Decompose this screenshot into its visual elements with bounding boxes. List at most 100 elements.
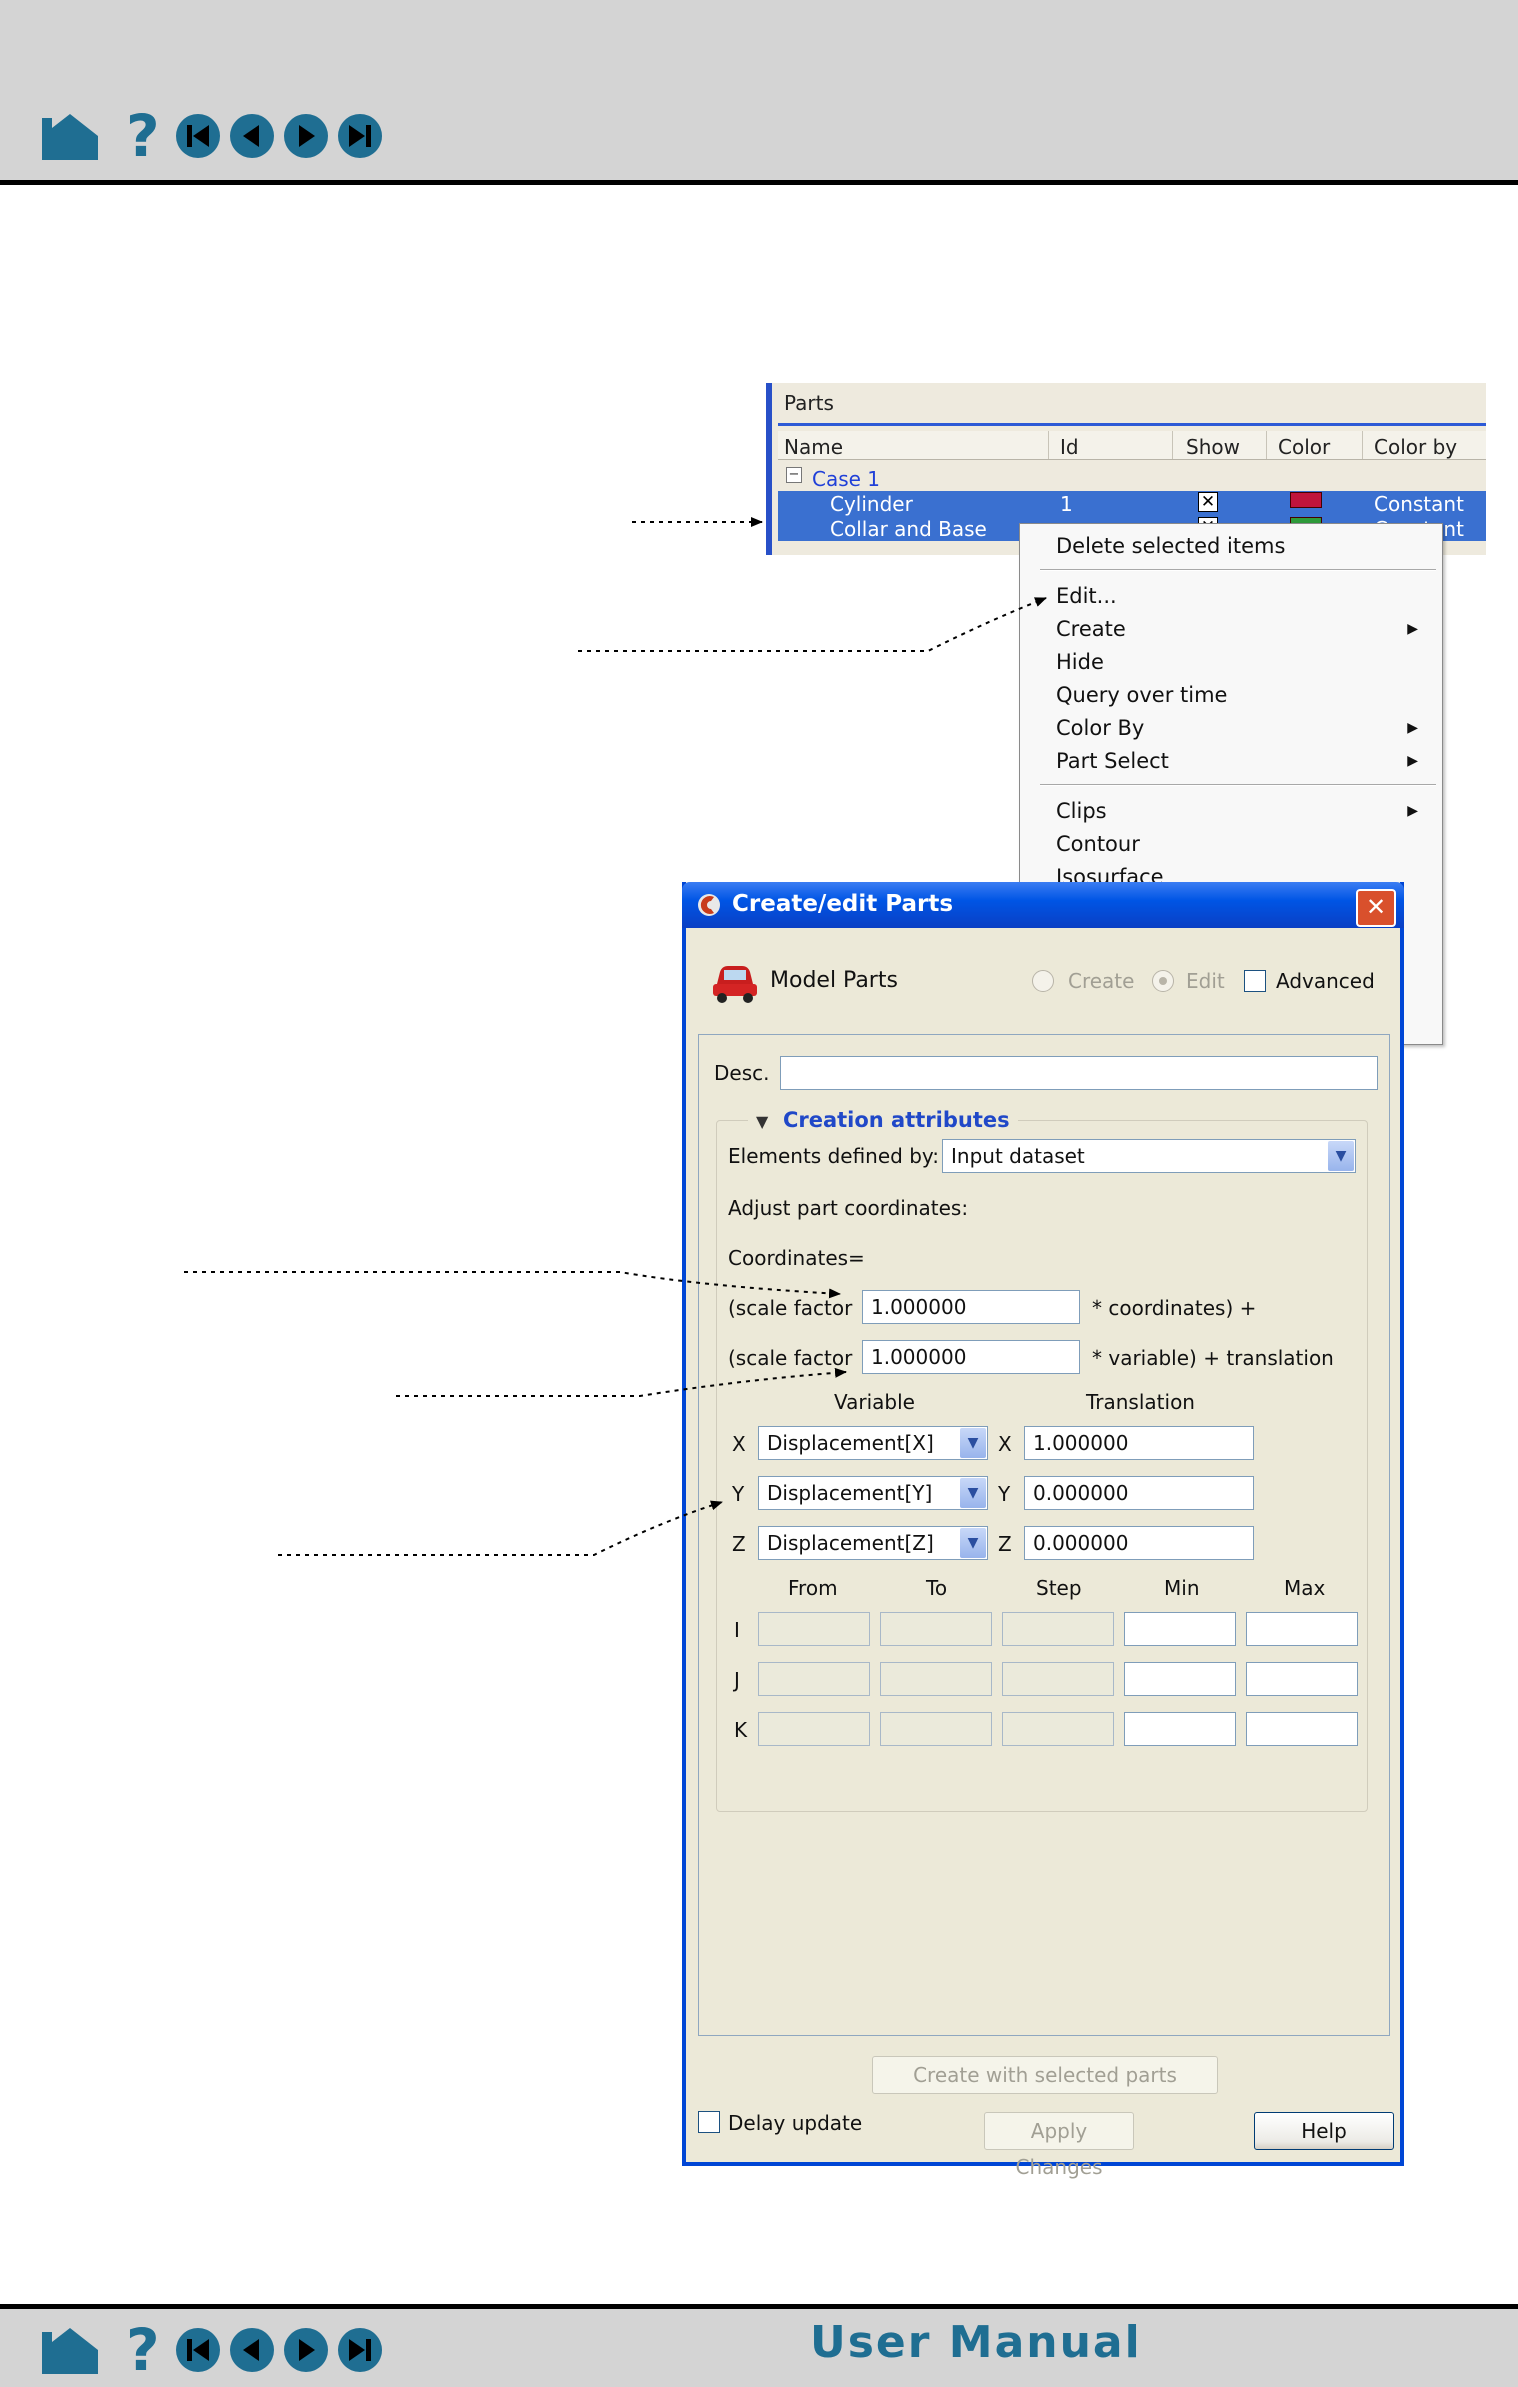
ijk-header-to: To (926, 1576, 948, 1600)
first-page-icon[interactable] (174, 112, 222, 160)
coordinates-label: Coordinates= (728, 1246, 865, 1270)
previous-page-icon[interactable] (228, 112, 276, 160)
j-max-input[interactable] (1246, 1662, 1358, 1696)
menu-item-delete[interactable]: Delete selected items (1056, 534, 1285, 558)
edit-radio[interactable] (1152, 970, 1174, 992)
variable-suffix: * variable) + translation (1092, 1346, 1334, 1370)
creation-attributes-toggle[interactable]: ▼ Creation attributes (748, 1108, 1018, 1132)
close-button[interactable]: ✕ (1356, 889, 1396, 927)
previous-page-icon[interactable] (228, 2326, 276, 2374)
parts-table-header: Name Id Show Color Color by (778, 431, 1486, 460)
first-page-icon[interactable] (174, 2326, 222, 2374)
tree-row-cylinder[interactable]: Cylinder 1 ✕ Constant (778, 491, 1486, 516)
model-parts-label: Model Parts (770, 968, 898, 993)
k-from-input (758, 1712, 870, 1746)
part-id: 1 (1060, 492, 1073, 516)
chevron-down-icon[interactable]: ▼ (960, 1528, 986, 1558)
desc-input[interactable] (780, 1056, 1378, 1090)
i-min-input[interactable] (1124, 1612, 1236, 1646)
desc-label: Desc. (714, 1061, 770, 1085)
i-to-input (880, 1612, 992, 1646)
chevron-down-icon[interactable]: ▼ (960, 1428, 986, 1458)
advanced-label: Advanced (1276, 969, 1375, 993)
creation-attributes-group (716, 1120, 1368, 1812)
edit-radio-label: Edit (1186, 969, 1225, 993)
show-checkbox[interactable]: ✕ (1198, 492, 1218, 512)
k-max-input[interactable] (1246, 1712, 1358, 1746)
delay-update-checkbox[interactable] (698, 2111, 720, 2133)
variable-value: Displacement[Y] (767, 1481, 933, 1505)
axis-label-z: Z (732, 1532, 746, 1556)
variable-scale-input[interactable]: 1.000000 (862, 1340, 1080, 1374)
create-with-selected-parts-button[interactable]: Create with selected parts (872, 2056, 1218, 2094)
menu-item-color-by[interactable]: Color By (1056, 716, 1144, 740)
help-icon[interactable]: ? (126, 2321, 160, 2379)
k-to-input (880, 1712, 992, 1746)
scale-factor-label: (scale factor (728, 1296, 853, 1320)
translation-input-x[interactable]: 1.000000 (1024, 1426, 1254, 1460)
variable-select-y[interactable]: Displacement[Y] ▼ (758, 1476, 988, 1510)
j-step-input (1002, 1662, 1114, 1696)
column-header-color[interactable]: Color (1278, 435, 1330, 459)
i-step-input (1002, 1612, 1114, 1646)
home-icon[interactable] (38, 110, 102, 162)
submenu-arrow-icon: ▶ (1407, 753, 1418, 769)
adjust-coordinates-label: Adjust part coordinates: (728, 1196, 969, 1220)
dialog-titlebar[interactable]: Create/edit Parts ✕ (682, 882, 1404, 928)
variable-select-z[interactable]: Displacement[Z] ▼ (758, 1526, 988, 1560)
ijk-row-label: J (734, 1668, 740, 1692)
part-name: Collar and Base (830, 517, 987, 541)
column-header-show[interactable]: Show (1186, 435, 1240, 459)
next-page-icon[interactable] (282, 112, 330, 160)
last-page-icon[interactable] (336, 112, 384, 160)
help-button[interactable]: Help (1254, 2112, 1394, 2150)
k-min-input[interactable] (1124, 1712, 1236, 1746)
variable-column-header: Variable (834, 1390, 915, 1414)
next-page-icon[interactable] (282, 2326, 330, 2374)
column-header-color-by[interactable]: Color by (1374, 435, 1457, 459)
variable-select-x[interactable]: Displacement[X] ▼ (758, 1426, 988, 1460)
user-manual-title: User Manual (810, 2317, 1142, 2368)
home-icon[interactable] (38, 2324, 102, 2376)
menu-item-query-over-time[interactable]: Query over time (1056, 683, 1227, 707)
apply-changes-button[interactable]: Apply Changes (984, 2112, 1134, 2179)
submenu-arrow-icon: ▶ (1407, 803, 1418, 819)
collapse-icon[interactable]: − (786, 467, 802, 483)
translation-column-header: Translation (1086, 1390, 1195, 1414)
menu-item-create[interactable]: Create (1056, 617, 1126, 641)
ijk-header-max: Max (1284, 1576, 1326, 1600)
menu-item-hide[interactable]: Hide (1056, 650, 1104, 674)
chevron-down-icon[interactable]: ▼ (1328, 1141, 1354, 1171)
chevron-down-icon[interactable]: ▼ (960, 1478, 986, 1508)
panel-divider (778, 423, 1486, 426)
menu-item-clips[interactable]: Clips (1056, 799, 1107, 823)
column-header-id[interactable]: Id (1060, 435, 1079, 459)
column-divider (1362, 431, 1363, 459)
ijk-header-min: Min (1164, 1576, 1200, 1600)
create-edit-parts-dialog: Create/edit Parts ✕ Model Parts Create E… (682, 882, 1404, 2179)
elements-defined-label: Elements defined by: (728, 1144, 940, 1168)
elements-defined-select[interactable]: Input dataset ▼ (942, 1139, 1356, 1173)
parts-panel-title: Parts (784, 391, 834, 415)
help-icon[interactable]: ? (126, 107, 160, 165)
color-swatch[interactable] (1290, 492, 1322, 508)
last-page-icon[interactable] (336, 2326, 384, 2374)
column-header-name[interactable]: Name (784, 435, 843, 459)
menu-item-contour[interactable]: Contour (1056, 832, 1140, 856)
tree-row-case[interactable]: − Case 1 (778, 466, 1486, 491)
create-radio[interactable] (1032, 970, 1054, 992)
coordinate-scale-input[interactable]: 1.000000 (862, 1290, 1080, 1324)
menu-item-part-select[interactable]: Part Select (1056, 749, 1169, 773)
i-max-input[interactable] (1246, 1612, 1358, 1646)
advanced-checkbox[interactable] (1244, 970, 1266, 992)
translation-input-y[interactable]: 0.000000 (1024, 1476, 1254, 1510)
group-title: Creation attributes (782, 1108, 1010, 1132)
j-from-input (758, 1662, 870, 1696)
create-radio-label: Create (1068, 969, 1135, 993)
ijk-row-label: I (734, 1618, 740, 1642)
translation-input-z[interactable]: 0.000000 (1024, 1526, 1254, 1560)
j-min-input[interactable] (1124, 1662, 1236, 1696)
menu-item-edit[interactable]: Edit... (1056, 584, 1117, 608)
j-to-input (880, 1662, 992, 1696)
app-logo-icon (698, 894, 720, 916)
